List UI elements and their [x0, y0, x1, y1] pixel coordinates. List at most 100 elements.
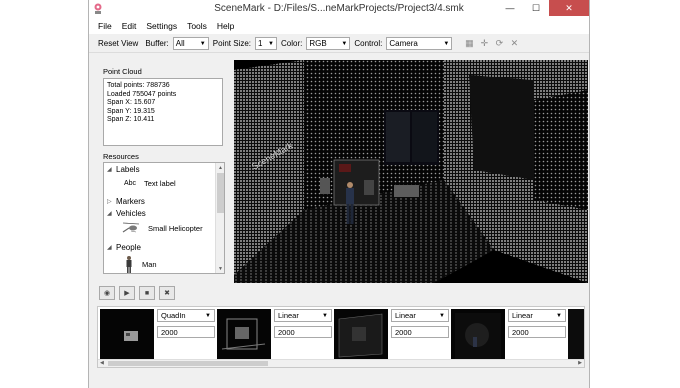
- point-cloud-viewport[interactable]: SceneMark: [234, 60, 588, 283]
- group-people-text: People: [116, 243, 141, 252]
- scroll-up-icon[interactable]: ▲: [216, 163, 224, 172]
- scroll-down-icon[interactable]: ▼: [216, 264, 224, 273]
- rotate-icon[interactable]: ⟳: [494, 38, 504, 49]
- easing-select[interactable]: Linear ▼: [508, 309, 566, 322]
- color-value: RGB: [309, 39, 327, 48]
- keyframe-thumbnail[interactable]: [217, 309, 271, 363]
- color-label: Color:: [281, 39, 303, 48]
- grid-icon[interactable]: ▦: [464, 38, 474, 49]
- menu-file[interactable]: File: [93, 21, 117, 31]
- total-points: Total points: 788736: [107, 82, 170, 89]
- buffer-select[interactable]: All ▼: [172, 37, 209, 50]
- resource-helicopter[interactable]: Small Helicopter: [122, 221, 203, 235]
- group-people[interactable]: ◢ People: [107, 243, 141, 252]
- duration-input[interactable]: 2000: [508, 326, 566, 338]
- easing-value: QuadIn: [161, 311, 186, 320]
- expanded-arrow-icon[interactable]: ◢: [107, 244, 114, 251]
- transition-3: Linear ▼ 2000: [391, 309, 449, 361]
- span-x: Span X: 15.607: [107, 99, 156, 106]
- expanded-arrow-icon[interactable]: ◢: [107, 210, 114, 217]
- chevron-down-icon: ▼: [199, 40, 206, 47]
- group-labels[interactable]: ◢ Labels: [107, 165, 140, 174]
- keyframe-thumbnail[interactable]: [334, 309, 388, 363]
- point-cloud-info: Total points: 788736 Loaded 755047 point…: [103, 78, 223, 146]
- menu-settings[interactable]: Settings: [141, 21, 182, 31]
- point-size-value: 1: [258, 39, 263, 48]
- easing-select[interactable]: Linear ▼: [274, 309, 332, 322]
- color-select[interactable]: RGB ▼: [306, 37, 351, 50]
- group-markers[interactable]: ▷ Markers: [107, 197, 145, 206]
- resources-tree[interactable]: ◢ Labels Abc Text label ▷ Markers ◢ Vehicle…: [103, 162, 225, 274]
- buffer-label: Buffer:: [145, 39, 169, 48]
- reset-view-button[interactable]: Reset View: [95, 39, 141, 48]
- control-select[interactable]: Camera ▼: [386, 37, 453, 50]
- move-icon[interactable]: ✛: [479, 38, 489, 49]
- chevron-down-icon: ▼: [439, 312, 445, 319]
- buffer-value: All: [175, 39, 185, 48]
- menu-help[interactable]: Help: [212, 21, 239, 31]
- person-icon: [126, 256, 132, 273]
- duration-input[interactable]: 2000: [391, 326, 449, 338]
- keyframe-thumbnail[interactable]: [100, 309, 154, 363]
- point-cloud-heading: Point Cloud: [103, 67, 142, 76]
- resources-scrollbar[interactable]: ▲ ▼: [215, 163, 224, 273]
- delete-keyframe-icon[interactable]: ✖: [159, 286, 175, 300]
- keyframe-preview: [221, 318, 266, 350]
- control-value: Camera: [389, 39, 418, 48]
- resource-man-name: Man: [142, 259, 157, 269]
- menu-bar: File Edit Settings Tools Help: [89, 18, 589, 34]
- group-vehicles[interactable]: ◢ Vehicles: [107, 209, 146, 218]
- keyframe-preview: [568, 309, 584, 363]
- group-markers-text: Markers: [116, 197, 145, 206]
- control-label: Control:: [354, 39, 383, 48]
- scroll-thumb[interactable]: [108, 361, 268, 366]
- easing-select[interactable]: QuadIn ▼: [157, 309, 215, 322]
- scroll-left-icon[interactable]: ◀: [100, 360, 104, 366]
- keyframe-timeline[interactable]: QuadIn ▼ 2000 Linear ▼ 2000 Linear ▼ 200…: [97, 306, 585, 368]
- maximize-button[interactable]: ☐: [523, 0, 549, 16]
- resource-text-label[interactable]: Abc Text label: [122, 179, 176, 188]
- scroll-right-icon[interactable]: ▶: [578, 360, 582, 366]
- point-cloud-render: SceneMark: [234, 60, 588, 283]
- chevron-down-icon: ▼: [556, 312, 562, 319]
- loaded-points: Loaded 755047 points: [107, 90, 177, 98]
- duration-input[interactable]: 2000: [157, 326, 215, 338]
- delete-icon[interactable]: ✕: [509, 38, 519, 49]
- text-label-icon: Abc: [123, 180, 137, 187]
- keyframe-preview: [455, 313, 501, 359]
- span-y: Span Y: 19.315: [107, 107, 155, 115]
- close-button[interactable]: ✕: [549, 0, 589, 16]
- chevron-down-icon: ▼: [268, 40, 274, 47]
- keyframe-thumbnail[interactable]: [568, 309, 584, 363]
- scroll-thumb[interactable]: [217, 173, 224, 213]
- camera-icon[interactable]: ◉: [99, 286, 115, 300]
- easing-value: Linear: [512, 311, 533, 320]
- resource-man[interactable]: Man: [122, 255, 157, 273]
- group-vehicles-text: Vehicles: [116, 209, 146, 218]
- minimize-button[interactable]: —: [497, 0, 523, 16]
- duration-input[interactable]: 2000: [274, 326, 332, 338]
- timeline-scrollbar[interactable]: ◀ ▶: [98, 359, 584, 367]
- transition-1: QuadIn ▼ 2000: [157, 309, 215, 361]
- menu-edit[interactable]: Edit: [117, 21, 142, 31]
- title-bar: SceneMark - D:/Files/S...neMarkProjects/…: [89, 0, 589, 18]
- expanded-arrow-icon[interactable]: ◢: [107, 166, 114, 173]
- point-size-select[interactable]: 1 ▼: [255, 37, 277, 50]
- toolbar: Reset View Buffer: All ▼ Point Size: 1 ▼ C…: [89, 35, 589, 53]
- easing-select[interactable]: Linear ▼: [391, 309, 449, 322]
- keyframe-preview: [338, 313, 383, 358]
- span-z: Span Z: 10.411: [107, 116, 155, 123]
- keyframe-thumbnail[interactable]: [451, 309, 505, 363]
- group-labels-text: Labels: [116, 165, 140, 174]
- resources-heading: Resources: [103, 152, 139, 161]
- point-size-label: Point Size:: [212, 39, 251, 48]
- app-window: SceneMark - D:/Files/S...neMarkProjects/…: [88, 0, 590, 388]
- collapsed-arrow-icon[interactable]: ▷: [107, 198, 114, 205]
- easing-value: Linear: [278, 311, 299, 320]
- chevron-down-icon: ▼: [322, 312, 328, 319]
- play-icon[interactable]: ▶: [119, 286, 135, 300]
- helicopter-icon: [122, 222, 140, 233]
- stop-icon[interactable]: ■: [139, 286, 155, 300]
- menu-tools[interactable]: Tools: [182, 21, 212, 31]
- playback-controls: ◉ ▶ ■ ✖: [99, 286, 175, 300]
